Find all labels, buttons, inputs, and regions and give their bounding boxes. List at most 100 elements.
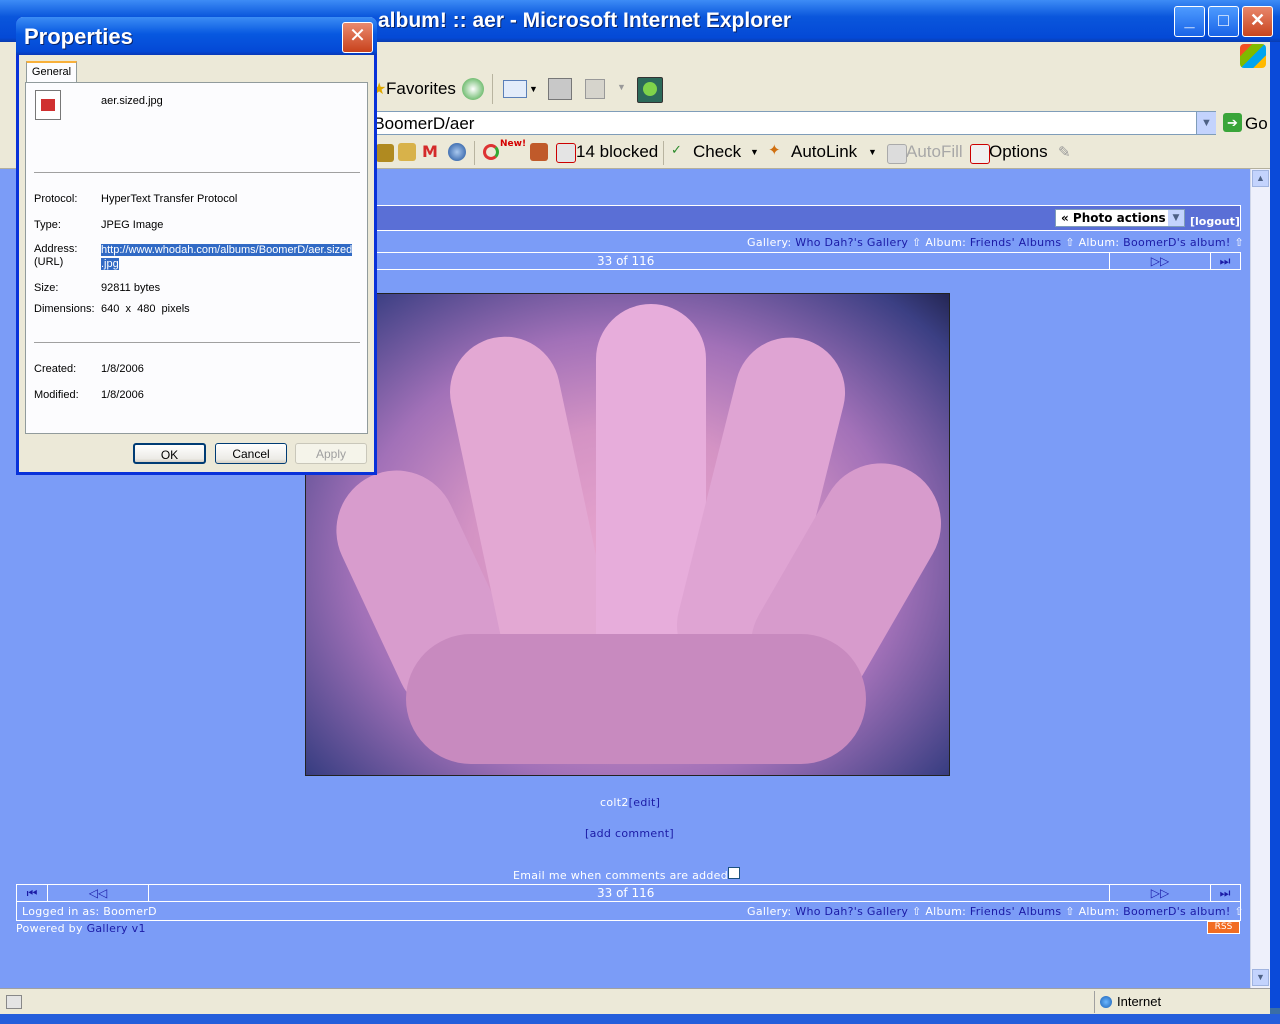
protocol-value: HyperText Transfer Protocol [101,193,238,205]
dialog-close-button[interactable]: ✕ [342,22,373,53]
photo-position-top: 33 of 116 [597,254,655,268]
taskbar-strip [0,1014,1280,1024]
address-dropdown-icon[interactable]: ▼ [1196,112,1216,134]
dialog-divider [34,172,360,173]
autofill-button[interactable]: AutoFill [906,142,963,162]
autolink-dropdown-icon[interactable]: ▼ [868,147,877,157]
dialog-filename: aer.sized.jpg [101,95,163,107]
vertical-scrollbar[interactable]: ▲ ▼ [1250,169,1271,988]
go-button[interactable]: Go [1245,114,1268,134]
logout-link[interactable]: [logout] [1190,215,1240,228]
cancel-button[interactable]: Cancel [215,443,287,464]
address-url-label: (URL) [34,256,64,268]
news-icon[interactable] [483,144,499,160]
address-url-line2[interactable]: .jpg [101,258,119,270]
up-arrow-icon: ⇧ [1234,236,1244,249]
address-input[interactable]: ery/BoomerD/aer [340,111,1216,135]
coral-photo[interactable] [305,293,950,776]
jpeg-file-icon [35,90,61,120]
breadcrumb-label: Gallery: [747,236,792,249]
maximize-button[interactable]: □ [1208,6,1239,37]
messenger-icon[interactable] [637,77,663,103]
edit-caption-link[interactable]: [edit] [629,796,661,809]
edit-dropdown-icon[interactable]: ▼ [617,82,626,92]
type-value: JPEG Image [101,219,164,231]
globe-icon[interactable] [448,143,466,161]
status-separator [1094,991,1095,1013]
go-arrow-icon[interactable]: ➔ [1223,113,1242,132]
tab-general[interactable]: General [26,61,77,83]
ie-window-title: album! :: aer - Microsoft Internet Explo… [378,9,792,32]
breadcrumb-boomerd-album-link[interactable]: BoomerD's album! [1123,905,1230,918]
address-url-line1[interactable]: http://www.whodah.com/albums/BoomerD/aer… [101,244,353,256]
powered-by: Powered by Gallery v1 [16,922,146,935]
popups-blocked-button[interactable]: 14 blocked [576,142,658,162]
photo-actions-select[interactable]: « Photo actions » ▼ [1055,209,1185,227]
rss-button[interactable]: RSS [1207,921,1240,934]
autolink-button[interactable]: AutoLink [791,142,857,162]
protocol-label: Protocol: [34,193,78,205]
print-icon[interactable] [548,78,572,100]
email-notify-checkbox[interactable] [728,867,740,879]
breadcrumb-boomerd-album-link[interactable]: BoomerD's album! [1123,236,1230,249]
spellcheck-icon[interactable]: ✓ [671,143,682,158]
bookmark-icon[interactable] [376,144,394,162]
autolink-icon[interactable]: ✦ [768,141,781,159]
ok-button[interactable]: OK [133,443,206,464]
favorites-button[interactable]: Favorites [386,79,456,99]
photo-actions-value: « Photo actions » [1061,211,1178,225]
photo-nav-bottom: ⏮ ◁◁ 33 of 116 ▷▷ ⏭ [16,884,1241,902]
breadcrumb-friends-albums-link[interactable]: Friends' Albums [970,905,1062,918]
last-photo-button[interactable]: ⏭ [1210,253,1240,269]
highlighter-icon[interactable]: ✎ [1058,143,1071,161]
mail-icon[interactable] [503,80,527,98]
up-arrow-icon: ⇧ [912,236,922,249]
options-button[interactable]: Options [989,142,1048,162]
close-window-button[interactable]: ✕ [1242,6,1273,37]
breadcrumb-gallery-link[interactable]: Who Dah?'s Gallery [795,236,908,249]
mail-dropdown-icon[interactable]: ▼ [529,84,538,94]
footer-info-row: Logged in as: BoomerD Gallery: Who Dah?'… [16,902,1244,921]
next-photo-button[interactable]: ▷▷ [1109,253,1211,269]
up-arrow-icon: ⇧ [912,905,922,918]
next-photo-button[interactable]: ▷▷ [1109,885,1211,901]
toolbar-separator [474,141,475,165]
photo-caption: colt2[edit] [600,796,660,809]
add-comment-link[interactable]: [add comment] [585,827,674,840]
autofill-icon[interactable] [887,144,907,164]
scroll-down-arrow-icon[interactable]: ▼ [1252,969,1269,986]
check-button[interactable]: Check [693,142,741,162]
photo-position-bottom: 33 of 116 [597,886,655,900]
breadcrumb-gallery-link[interactable]: Who Dah?'s Gallery [795,905,908,918]
dialog-title: Properties [24,24,133,49]
dialog-divider [34,342,360,343]
breadcrumb-friends-albums-link[interactable]: Friends' Albums [970,236,1062,249]
new-badge: New! [500,139,527,149]
options-icon[interactable] [970,144,990,164]
logged-in-text: Logged in as: BoomerD [22,905,157,918]
type-label: Type: [34,219,61,231]
gallery-v1-link[interactable]: Gallery v1 [87,922,146,935]
minimize-button[interactable]: _ [1174,6,1205,37]
apply-button[interactable]: Apply [295,443,367,464]
edit-icon[interactable] [585,79,605,99]
image-thumbnail-icon [41,99,55,111]
gmail-icon[interactable]: M [422,142,438,161]
pagerank-icon[interactable] [398,143,416,161]
first-photo-button[interactable]: ⏮ [17,885,48,901]
scroll-up-arrow-icon[interactable]: ▲ [1252,170,1269,187]
size-label: Size: [34,282,59,294]
blogger-icon[interactable] [530,143,548,161]
last-photo-button[interactable]: ⏭ [1210,885,1240,901]
breadcrumb-label: Gallery: [747,905,792,918]
popup-blocker-icon[interactable] [556,143,576,163]
check-dropdown-icon[interactable]: ▼ [750,147,759,157]
created-value: 1/8/2006 [101,363,144,375]
caption-user: colt2 [600,796,629,809]
history-icon[interactable] [462,78,484,100]
previous-photo-button[interactable]: ◁◁ [48,885,149,901]
coral-base [406,634,866,764]
dimensions-label: Dimensions: [34,303,95,315]
powered-by-label: Powered by [16,922,83,935]
breadcrumb-label: Album: [1078,905,1120,918]
